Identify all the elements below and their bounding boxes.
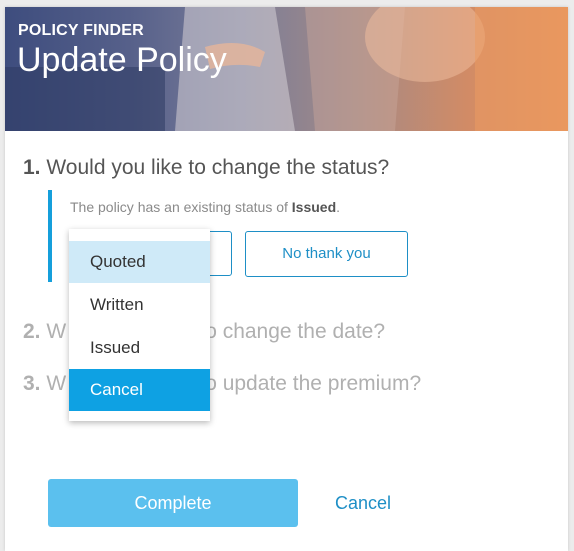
status-note: The policy has an existing status of Iss… — [70, 199, 340, 215]
question-2-text-left: W — [46, 320, 67, 343]
status-option-issued[interactable]: Issued — [69, 327, 210, 369]
question-1: 1. Would you like to change the status? — [23, 156, 389, 180]
question-2-number: 2. — [23, 320, 41, 343]
status-note-prefix: The policy has an existing status of — [70, 199, 292, 215]
status-note-suffix: . — [336, 199, 341, 215]
question-3-number: 3. — [23, 372, 41, 395]
current-status-value: Issued — [291, 199, 337, 215]
app-eyebrow: POLICY FINDER — [18, 22, 144, 39]
question-3-text-left: W — [46, 372, 67, 395]
status-option-quoted[interactable]: Quoted — [69, 241, 210, 283]
update-policy-card: POLICY FINDER Update Policy 1. Would you… — [5, 7, 568, 551]
status-dropdown-menu: Quoted Written Issued Cancel — [69, 229, 210, 421]
header-banner: POLICY FINDER Update Policy — [5, 7, 568, 131]
status-option-cancel[interactable]: Cancel — [69, 369, 210, 411]
page-title: Update Policy — [17, 41, 227, 79]
question-1-number: 1. — [23, 156, 41, 179]
question-1-accent-bar — [48, 190, 52, 282]
question-1-text: Would you like to change the status? — [46, 156, 390, 179]
no-thank-you-button[interactable]: No thank you — [245, 231, 408, 277]
question-3-text-right: o update the premium? — [205, 372, 422, 395]
question-2-text-right: o change the date? — [205, 320, 386, 343]
cancel-button[interactable]: Cancel — [335, 493, 391, 514]
status-option-written[interactable]: Written — [69, 284, 210, 326]
complete-button[interactable]: Complete — [48, 479, 298, 527]
